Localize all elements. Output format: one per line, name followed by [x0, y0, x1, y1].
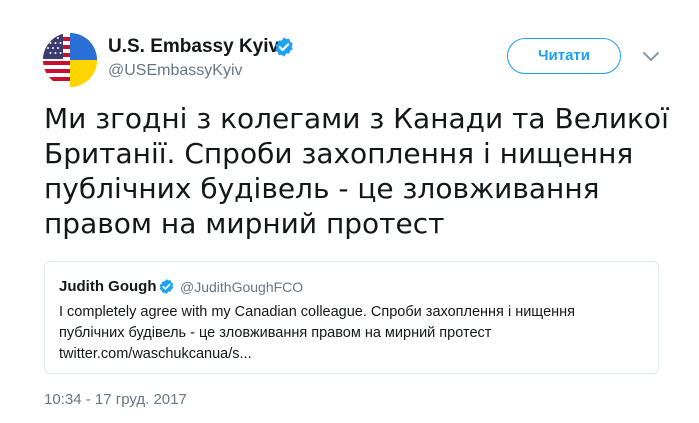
tweet-timestamp[interactable]: 10:34 - 17 груд. 2017: [44, 391, 187, 408]
avatar[interactable]: [43, 33, 97, 87]
tweet-text: Ми згодні з колегами з Канади та Великої…: [44, 101, 669, 241]
verified-badge-icon: [159, 279, 174, 294]
author-name[interactable]: U.S. Embassy Kyiv: [108, 36, 279, 58]
tweet-text-line: Ми згодні з колегами з Канади та Великої: [44, 102, 669, 135]
us-ukraine-flag-avatar-icon: [43, 33, 97, 87]
quoted-link[interactable]: twitter.com/waschukcanua/s...: [59, 344, 649, 365]
quoted-tweet-text: I completely agree with my Canadian coll…: [59, 302, 649, 365]
follow-button[interactable]: Читати: [507, 38, 621, 74]
tweet-text-line: публічних будівель - це зловживання: [44, 172, 600, 205]
verified-badge-icon: [275, 37, 293, 57]
chevron-down-icon[interactable]: [640, 48, 662, 64]
quoted-text-line: публічних будівель - це зловживання прав…: [59, 325, 492, 341]
quoted-tweet[interactable]: Judith Gough @JudithGoughFCO I completel…: [44, 261, 659, 374]
tweet-text-line: правом на мирний протест: [44, 207, 445, 240]
quoted-author-handle: @JudithGoughFCO: [180, 279, 304, 295]
author-handle[interactable]: @USEmbassyKyiv: [108, 62, 243, 80]
tweet-text-line: Британії. Спроби захоплення і нищення: [44, 137, 634, 170]
quoted-author-name: Judith Gough: [59, 278, 157, 295]
quoted-text-line: I completely agree with my Canadian coll…: [59, 304, 575, 320]
tweet-card: U.S. Embassy Kyiv @USEmbassyKyiv Читати …: [0, 0, 699, 423]
